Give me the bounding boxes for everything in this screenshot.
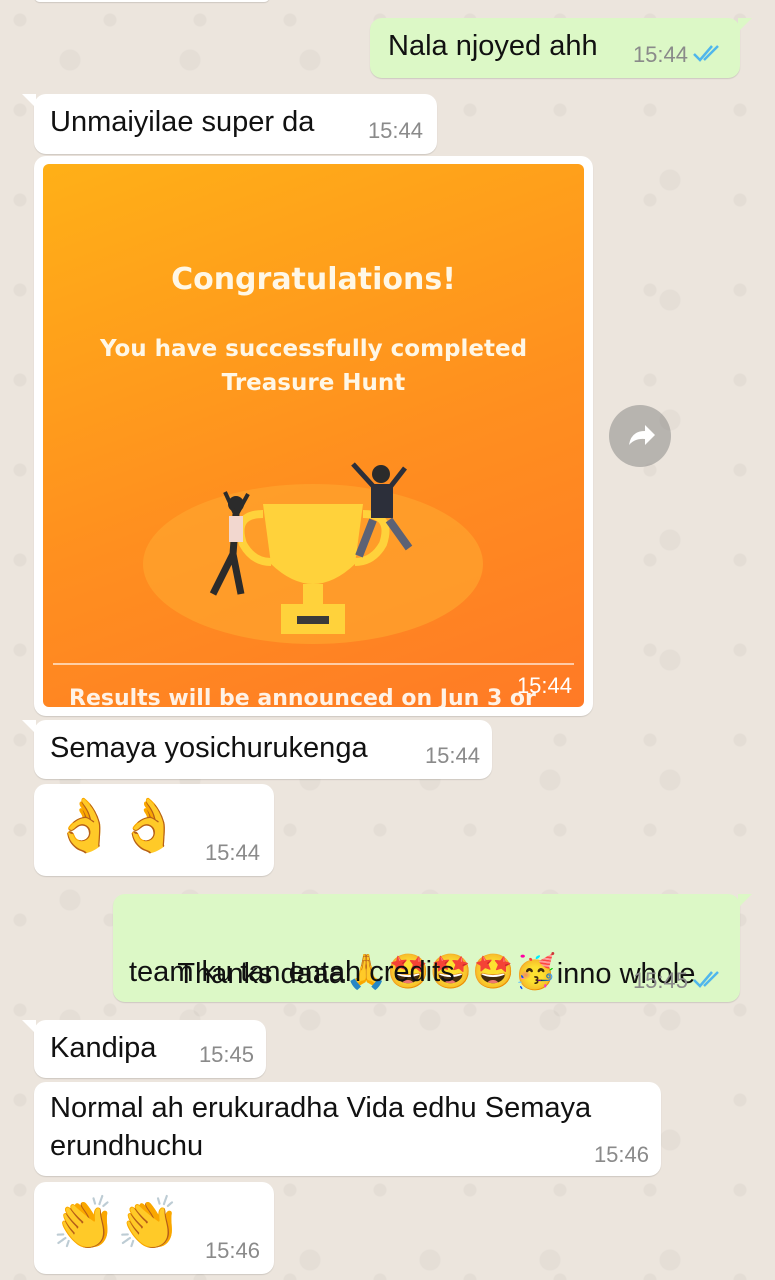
image-subtitle-line1: You have successfully completed xyxy=(99,336,528,362)
forward-arrow-icon[interactable] xyxy=(609,405,671,467)
message-text: Kandipa xyxy=(50,1032,157,1064)
double-check-icon xyxy=(693,45,719,62)
trophy-illustration xyxy=(143,462,483,644)
message-time: 15:44 xyxy=(367,118,423,143)
image-footer-text: Results will be announced on Jun 3 or xyxy=(69,686,536,707)
message-text-line2: erundhuchu xyxy=(50,1130,204,1162)
message-time: 15:44 xyxy=(204,840,260,865)
message-text: Unmaiyilae super da xyxy=(50,106,315,138)
message-time: 15:44 xyxy=(632,42,688,67)
previous-message-edge xyxy=(34,0,270,2)
ok-hand-emoji: 👌👌 xyxy=(52,797,182,855)
message-bubble-incoming[interactable]: Normal ah erukuradha Vida edhu Semaya er… xyxy=(34,1082,661,1176)
double-check-icon xyxy=(693,971,719,988)
message-text: Nala njoyed ahh xyxy=(388,30,598,62)
message-bubble-incoming[interactable]: Semaya yosichurukenga 15:44 xyxy=(22,720,492,779)
forward-arrow-glyph xyxy=(629,425,655,445)
message-time: 15:45 xyxy=(632,968,688,993)
message-bubble-outgoing[interactable]: Thanks daaa🙏🤩🤩🤩🥳inno whole team ku tan e… xyxy=(113,894,752,1002)
message-time: 15:46 xyxy=(593,1142,649,1167)
treasure-hunt-image[interactable]: Congratulations! You have successfully c… xyxy=(43,164,584,707)
image-subtitle: You have successfully completed Treasure… xyxy=(43,332,584,400)
message-text-line1: Normal ah erukuradha Vida edhu Semaya xyxy=(50,1092,592,1124)
message-bubble-incoming[interactable]: Unmaiyilae super da 15:44 xyxy=(22,94,437,154)
image-time: 15:44 xyxy=(516,673,572,698)
message-bubble-incoming-emoji[interactable]: 👌👌 15:44 xyxy=(34,784,274,876)
message-bubble-outgoing[interactable]: Nala njoyed ahh 15:44 xyxy=(370,18,752,78)
message-time: 15:46 xyxy=(204,1238,260,1263)
image-divider xyxy=(53,663,574,665)
image-title: Congratulations! xyxy=(171,262,456,297)
clapping-hands-emoji: 👏👏 xyxy=(52,1195,182,1253)
image-subtitle-line2: Treasure Hunt xyxy=(221,370,406,396)
message-text: Semaya yosichurukenga xyxy=(50,732,368,764)
message-bubble-incoming[interactable]: Kandipa 15:45 xyxy=(22,1020,266,1078)
message-text: Thanks daaa🙏🤩🤩🤩🥳inno whole team ku tan e… xyxy=(129,906,695,994)
message-time: 15:44 xyxy=(424,743,480,768)
message-bubble-incoming-emoji[interactable]: 👏👏 15:46 xyxy=(34,1182,274,1274)
message-time: 15:45 xyxy=(198,1042,254,1067)
